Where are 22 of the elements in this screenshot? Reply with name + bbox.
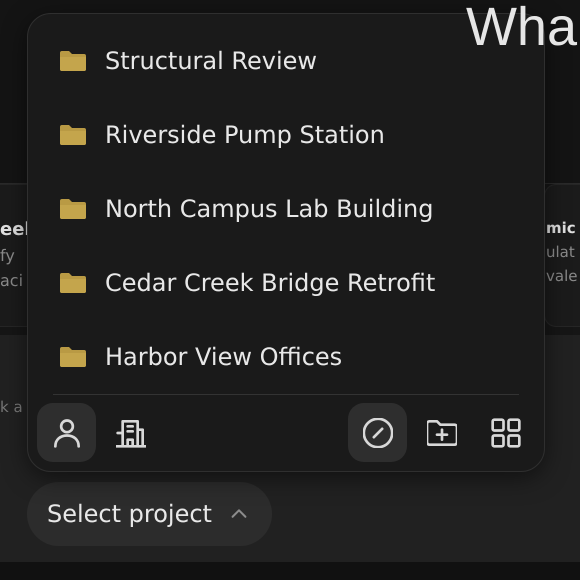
none-button[interactable] [348,403,407,462]
card-description: ulat [546,243,576,261]
no-entry-icon [362,418,392,448]
card-description: fy [0,246,16,265]
card-title: mic [546,219,577,237]
project-item[interactable]: Riverside Pump Station [37,98,535,172]
folder-icon [59,345,87,369]
building-icon [116,418,146,448]
suggestion-card[interactable]: mic ulat vale [544,184,580,327]
person-button[interactable] [37,403,96,462]
grid-icon [490,418,520,448]
card-description: aci [0,271,24,290]
card-description: vale [546,267,578,285]
project-select-button[interactable]: Select project [27,482,272,546]
folder-plus-icon [426,418,456,448]
page-heading: Wha [466,0,577,54]
person-icon [52,418,82,448]
folder-icon [59,49,87,73]
message-input[interactable]: k a [0,398,27,416]
folder-icon [59,197,87,221]
folder-icon [59,271,87,295]
folder-icon [59,123,87,147]
